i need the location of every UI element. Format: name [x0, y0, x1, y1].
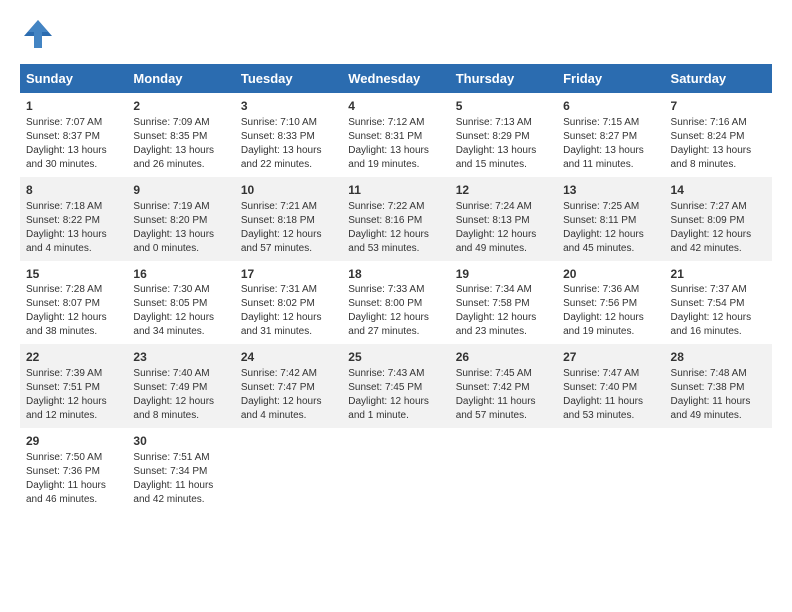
day-cell	[450, 428, 557, 512]
day-cell: 5Sunrise: 7:13 AMSunset: 8:29 PMDaylight…	[450, 93, 557, 177]
header-cell-monday: Monday	[127, 64, 234, 93]
day-number: 10	[241, 182, 336, 199]
day-number: 13	[563, 182, 658, 199]
day-number: 26	[456, 349, 551, 366]
week-row-1: 1Sunrise: 7:07 AMSunset: 8:37 PMDaylight…	[20, 93, 772, 177]
day-cell	[235, 428, 342, 512]
week-row-4: 22Sunrise: 7:39 AMSunset: 7:51 PMDayligh…	[20, 344, 772, 428]
header-cell-sunday: Sunday	[20, 64, 127, 93]
day-cell: 3Sunrise: 7:10 AMSunset: 8:33 PMDaylight…	[235, 93, 342, 177]
day-cell: 22Sunrise: 7:39 AMSunset: 7:51 PMDayligh…	[20, 344, 127, 428]
header-cell-wednesday: Wednesday	[342, 64, 449, 93]
day-number: 6	[563, 98, 658, 115]
page-header	[20, 16, 772, 52]
day-number: 16	[133, 266, 228, 283]
day-cell: 27Sunrise: 7:47 AMSunset: 7:40 PMDayligh…	[557, 344, 664, 428]
header-cell-saturday: Saturday	[665, 64, 772, 93]
day-cell: 2Sunrise: 7:09 AMSunset: 8:35 PMDaylight…	[127, 93, 234, 177]
day-number: 4	[348, 98, 443, 115]
day-cell: 20Sunrise: 7:36 AMSunset: 7:56 PMDayligh…	[557, 261, 664, 345]
day-cell: 4Sunrise: 7:12 AMSunset: 8:31 PMDaylight…	[342, 93, 449, 177]
day-cell: 24Sunrise: 7:42 AMSunset: 7:47 PMDayligh…	[235, 344, 342, 428]
logo	[20, 16, 60, 52]
day-number: 18	[348, 266, 443, 283]
day-number: 7	[671, 98, 766, 115]
day-number: 27	[563, 349, 658, 366]
day-number: 24	[241, 349, 336, 366]
day-cell: 30Sunrise: 7:51 AMSunset: 7:34 PMDayligh…	[127, 428, 234, 512]
header-cell-tuesday: Tuesday	[235, 64, 342, 93]
day-number: 22	[26, 349, 121, 366]
day-number: 20	[563, 266, 658, 283]
logo-icon	[20, 16, 56, 52]
day-cell: 14Sunrise: 7:27 AMSunset: 8:09 PMDayligh…	[665, 177, 772, 261]
day-cell: 21Sunrise: 7:37 AMSunset: 7:54 PMDayligh…	[665, 261, 772, 345]
day-number: 5	[456, 98, 551, 115]
header-cell-friday: Friday	[557, 64, 664, 93]
day-cell: 26Sunrise: 7:45 AMSunset: 7:42 PMDayligh…	[450, 344, 557, 428]
header-row: SundayMondayTuesdayWednesdayThursdayFrid…	[20, 64, 772, 93]
day-cell: 19Sunrise: 7:34 AMSunset: 7:58 PMDayligh…	[450, 261, 557, 345]
week-row-3: 15Sunrise: 7:28 AMSunset: 8:07 PMDayligh…	[20, 261, 772, 345]
day-cell: 13Sunrise: 7:25 AMSunset: 8:11 PMDayligh…	[557, 177, 664, 261]
day-cell	[557, 428, 664, 512]
day-number: 9	[133, 182, 228, 199]
day-number: 28	[671, 349, 766, 366]
day-number: 17	[241, 266, 336, 283]
page-container: SundayMondayTuesdayWednesdayThursdayFrid…	[0, 0, 792, 522]
day-number: 29	[26, 433, 121, 450]
day-cell: 1Sunrise: 7:07 AMSunset: 8:37 PMDaylight…	[20, 93, 127, 177]
day-cell	[342, 428, 449, 512]
day-cell: 7Sunrise: 7:16 AMSunset: 8:24 PMDaylight…	[665, 93, 772, 177]
day-number: 2	[133, 98, 228, 115]
day-cell: 16Sunrise: 7:30 AMSunset: 8:05 PMDayligh…	[127, 261, 234, 345]
day-cell: 9Sunrise: 7:19 AMSunset: 8:20 PMDaylight…	[127, 177, 234, 261]
day-cell: 10Sunrise: 7:21 AMSunset: 8:18 PMDayligh…	[235, 177, 342, 261]
day-cell: 15Sunrise: 7:28 AMSunset: 8:07 PMDayligh…	[20, 261, 127, 345]
day-number: 23	[133, 349, 228, 366]
day-number: 30	[133, 433, 228, 450]
day-number: 14	[671, 182, 766, 199]
calendar-body: 1Sunrise: 7:07 AMSunset: 8:37 PMDaylight…	[20, 93, 772, 512]
day-cell: 6Sunrise: 7:15 AMSunset: 8:27 PMDaylight…	[557, 93, 664, 177]
day-cell: 12Sunrise: 7:24 AMSunset: 8:13 PMDayligh…	[450, 177, 557, 261]
day-cell: 25Sunrise: 7:43 AMSunset: 7:45 PMDayligh…	[342, 344, 449, 428]
week-row-5: 29Sunrise: 7:50 AMSunset: 7:36 PMDayligh…	[20, 428, 772, 512]
day-number: 25	[348, 349, 443, 366]
day-cell: 18Sunrise: 7:33 AMSunset: 8:00 PMDayligh…	[342, 261, 449, 345]
day-number: 1	[26, 98, 121, 115]
day-number: 3	[241, 98, 336, 115]
day-number: 12	[456, 182, 551, 199]
day-cell: 17Sunrise: 7:31 AMSunset: 8:02 PMDayligh…	[235, 261, 342, 345]
day-cell: 28Sunrise: 7:48 AMSunset: 7:38 PMDayligh…	[665, 344, 772, 428]
day-cell: 11Sunrise: 7:22 AMSunset: 8:16 PMDayligh…	[342, 177, 449, 261]
day-number: 15	[26, 266, 121, 283]
calendar-table: SundayMondayTuesdayWednesdayThursdayFrid…	[20, 64, 772, 512]
day-number: 8	[26, 182, 121, 199]
day-cell	[665, 428, 772, 512]
calendar-header: SundayMondayTuesdayWednesdayThursdayFrid…	[20, 64, 772, 93]
day-number: 11	[348, 182, 443, 199]
day-cell: 8Sunrise: 7:18 AMSunset: 8:22 PMDaylight…	[20, 177, 127, 261]
day-number: 21	[671, 266, 766, 283]
week-row-2: 8Sunrise: 7:18 AMSunset: 8:22 PMDaylight…	[20, 177, 772, 261]
header-cell-thursday: Thursday	[450, 64, 557, 93]
day-number: 19	[456, 266, 551, 283]
day-cell: 29Sunrise: 7:50 AMSunset: 7:36 PMDayligh…	[20, 428, 127, 512]
day-cell: 23Sunrise: 7:40 AMSunset: 7:49 PMDayligh…	[127, 344, 234, 428]
